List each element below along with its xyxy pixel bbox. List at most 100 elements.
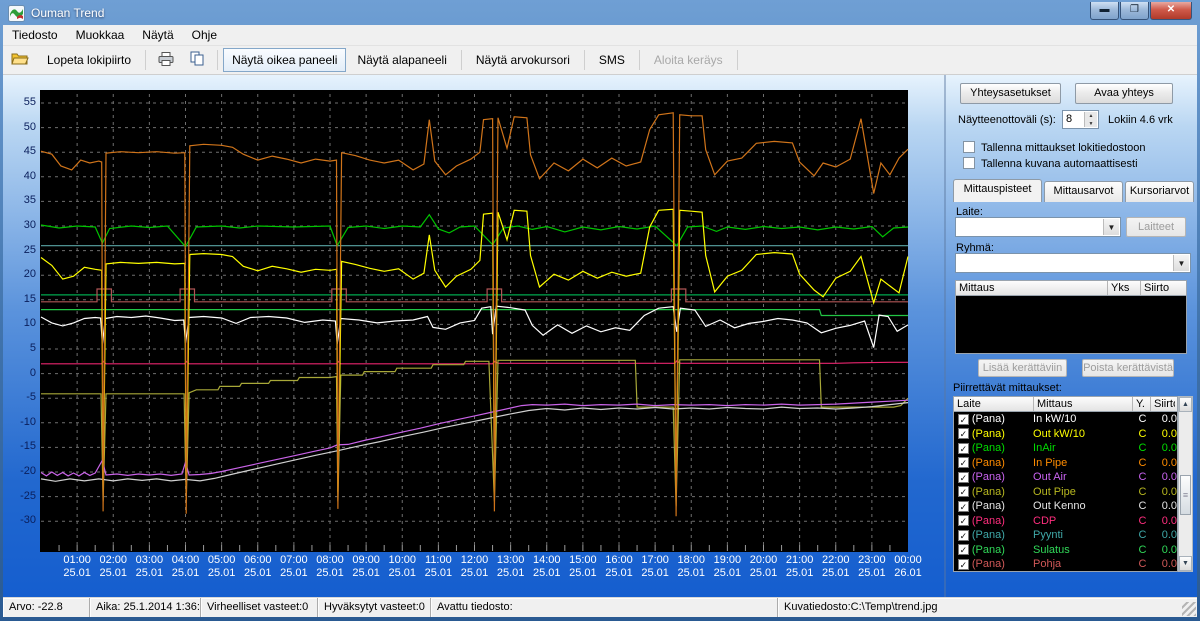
table-row[interactable]: ✓ (Pana) CDP C 0.0 <box>954 514 1177 529</box>
status-invalid-responses: Virheelliset vasteet:0 <box>201 598 318 617</box>
y-tick-label: 45 <box>23 145 36 158</box>
scroll-down-icon[interactable]: ▼ <box>1179 556 1192 571</box>
row-checkbox[interactable]: ✓ <box>958 500 969 512</box>
toolbar-separator <box>460 50 462 70</box>
sample-interval-input[interactable]: 8 ▲ ▼ <box>1062 110 1099 129</box>
row-checkbox[interactable]: ✓ <box>958 471 969 483</box>
table-scrollbar[interactable]: ▲ ▼ <box>1178 396 1193 572</box>
open-folder-button[interactable] <box>4 48 36 72</box>
panel-splitter[interactable] <box>944 75 946 597</box>
col-mittaus[interactable]: Mittaus <box>956 281 1108 295</box>
row-sh: 0.0 <box>1161 471 1178 484</box>
minimize-button[interactable]: ▬ <box>1090 2 1119 20</box>
table-row[interactable]: ✓ (Pana) InAir C 0.0 <box>954 441 1177 456</box>
table-row[interactable]: ✓ (Pana) Out Pipe C 0.0 <box>954 485 1177 500</box>
row-nm: In Pipe <box>1033 456 1068 469</box>
status-open-file: Avattu tiedosto: <box>431 598 778 617</box>
col-laite[interactable]: Laite <box>954 397 1034 411</box>
y-tick-label: 10 <box>23 317 36 330</box>
row-nm: Out Air <box>1033 471 1067 484</box>
save-log-label: Tallenna mittaukset lokitiedostoon <box>981 142 1146 154</box>
row-checkbox[interactable]: ✓ <box>958 544 969 556</box>
y-tick-label: 55 <box>23 96 36 108</box>
y-tick-label: -20 <box>20 465 36 477</box>
chevron-down-icon[interactable]: ▼ <box>1173 255 1189 271</box>
row-checkbox[interactable]: ✓ <box>958 486 969 498</box>
row-checkbox[interactable]: ✓ <box>958 457 969 469</box>
row-checkbox[interactable]: ✓ <box>958 413 969 425</box>
table-row[interactable]: ✓ (Pana) In kW/10 C 0.0 <box>954 412 1177 427</box>
table-row[interactable]: ✓ (Pana) Pyynti C 0.0 <box>954 528 1177 543</box>
row-checkbox[interactable]: ✓ <box>958 442 969 454</box>
row-nm: Sulatus <box>1033 543 1070 556</box>
tab-mittauspisteet[interactable]: Mittauspisteet <box>953 179 1042 202</box>
toolbar-separator <box>736 50 738 70</box>
menu-ohje[interactable]: Ohje <box>183 25 226 45</box>
col-yks[interactable]: Yks <box>1108 281 1141 295</box>
menu-tiedosto[interactable]: Tiedosto <box>3 25 67 45</box>
start-collect-button: Aloita keräys <box>653 53 723 67</box>
resize-grip[interactable] <box>1182 602 1196 616</box>
chevron-down-icon[interactable]: ▼ <box>1103 219 1119 235</box>
show-bottom-panel-button[interactable]: Näytä alapaneeli <box>348 48 455 72</box>
group-combobox[interactable]: ▼ <box>955 253 1191 273</box>
toolbar: Lopeta lokipiirto Näytä oikea paneeli Nä… <box>3 46 1197 75</box>
maximize-button[interactable]: ❐ <box>1120 2 1149 20</box>
y-tick-label: 15 <box>23 292 36 305</box>
devices-button: Laitteet <box>1126 217 1186 237</box>
row-sh: 0.0 <box>1161 456 1178 469</box>
print-button[interactable] <box>151 48 181 73</box>
row-sh: 0.0 <box>1161 514 1178 527</box>
row-checkbox[interactable]: ✓ <box>958 558 969 570</box>
table-row[interactable]: ✓ (Pana) Out kW/10 C 0.0 <box>954 427 1177 442</box>
scroll-up-icon[interactable]: ▲ <box>1179 397 1192 412</box>
sample-interval-label: Näytteenottoväli (s): <box>958 114 1056 126</box>
spinner-arrows-icon[interactable]: ▲ ▼ <box>1084 112 1097 127</box>
col-y[interactable]: Y. <box>1133 397 1151 411</box>
col-siirto[interactable]: Siirto <box>1141 281 1186 295</box>
save-log-checkbox[interactable] <box>963 141 975 153</box>
toolbar-separator <box>145 50 147 70</box>
table-row[interactable]: ✓ (Pana) Out Kenno C 0.0 <box>954 499 1177 514</box>
measurement-list[interactable] <box>955 296 1187 354</box>
table-row[interactable]: ✓ (Pana) In Pipe C 0.0 <box>954 456 1177 471</box>
close-button[interactable]: ✕ <box>1150 2 1192 20</box>
sample-interval-value: 8 <box>1066 113 1073 125</box>
row-dev: (Pana) <box>971 500 1005 513</box>
scrollbar-thumb[interactable] <box>1180 475 1191 515</box>
show-value-cursor-button[interactable]: Näytä arvokursori <box>467 48 579 72</box>
row-un: C <box>1138 529 1147 542</box>
row-un: C <box>1138 456 1147 469</box>
y-tick-label: -5 <box>26 391 36 404</box>
row-un: C <box>1138 558 1147 571</box>
menu-nayta[interactable]: Näytä <box>133 25 182 45</box>
copy-button[interactable] <box>183 47 212 73</box>
toolbar-separator <box>583 50 585 70</box>
status-value: Arvo: -22.8 <box>3 598 90 617</box>
save-image-label: Tallenna kuvana automaattisesti <box>981 158 1138 170</box>
row-checkbox[interactable]: ✓ <box>958 529 969 541</box>
tab-mittausarvot[interactable]: Mittausarvot <box>1044 181 1123 202</box>
table-row[interactable]: ✓ (Pana) Out Air C 0.0 <box>954 470 1177 485</box>
row-un: C <box>1138 485 1147 498</box>
tab-kursoriarvot[interactable]: Kursoriarvot <box>1125 181 1194 202</box>
table-row[interactable]: ✓ (Pana) Pohja C 0.0 <box>954 557 1177 572</box>
save-image-checkbox[interactable] <box>963 157 975 169</box>
row-checkbox[interactable]: ✓ <box>958 515 969 527</box>
device-combobox[interactable]: ▼ <box>955 217 1121 237</box>
col-mittaus[interactable]: Mittaus <box>1034 397 1133 411</box>
menu-muokkaa[interactable]: Muokkaa <box>67 25 134 45</box>
table-row[interactable]: ✓ (Pana) Sulatus C 0.0 <box>954 543 1177 558</box>
row-un: C <box>1138 514 1147 527</box>
row-checkbox[interactable]: ✓ <box>958 428 969 440</box>
col-siirto[interactable]: Siirto <box>1151 397 1175 411</box>
open-connection-button[interactable]: Avaa yhteys <box>1075 83 1173 104</box>
main-area: 55 50 45 40 35 30 25 20 15 10 5 0 -5 -10 -15 -20 -25 -30 … <box>3 75 1197 597</box>
connection-settings-button[interactable]: Yhteysasetukset <box>960 83 1061 104</box>
stop-log-button[interactable]: Lopeta lokipiirto <box>38 48 140 72</box>
y-tick-label: 30 <box>23 219 36 231</box>
sms-button[interactable]: SMS <box>590 48 634 72</box>
status-accepted-responses: Hyväksytyt vasteet:0 <box>318 598 431 617</box>
trend-chart-plot[interactable] <box>40 86 910 556</box>
show-right-panel-button[interactable]: Näytä oikea paneeli <box>223 48 347 72</box>
